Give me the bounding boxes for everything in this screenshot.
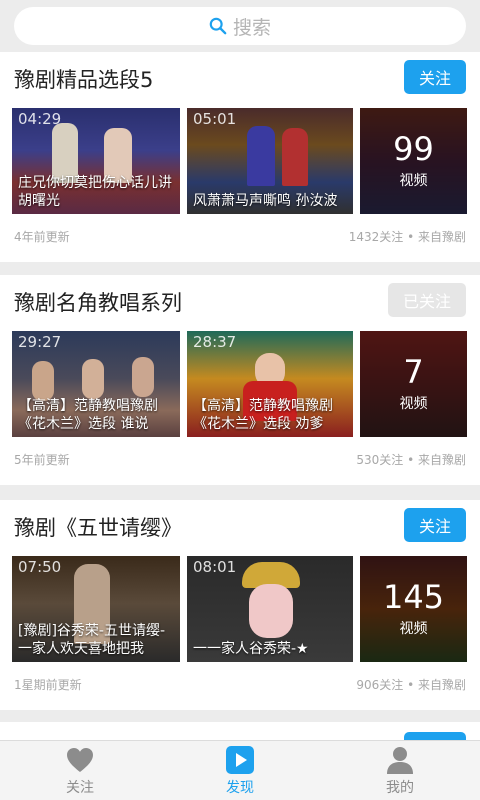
tab-label: 发现 — [226, 779, 254, 796]
tab-label: 我的 — [386, 779, 414, 796]
video-count: 99 — [393, 130, 434, 168]
tab-follow[interactable]: 关注 — [0, 741, 160, 800]
card-title: 豫剧名角教唱系列 — [14, 291, 182, 315]
video-caption: 【高清】范静教唱豫剧《花木兰》选段 谁说 — [18, 398, 158, 432]
video-duration: 05:01 — [193, 110, 237, 128]
video-thumbnail[interactable]: 28:37 【高清】范静教唱豫剧《花木兰》选段 劝爹 — [187, 331, 353, 437]
video-thumbnail[interactable]: 04:29 庄兄你切莫把伤心话儿讲 胡曙光 — [12, 108, 180, 214]
more-videos-overlay: 99 视频 — [360, 108, 467, 214]
updated-time: 4年前更新 — [14, 230, 70, 244]
collection-card-partial[interactable] — [0, 722, 480, 746]
video-caption: 庄兄你切莫把伤心话儿讲 胡曙光 — [18, 175, 172, 209]
more-videos-tile[interactable]: 7 视频 — [360, 331, 467, 437]
video-caption: [豫剧]谷秀荣-五世请缨-一家人欢天喜地把我 — [18, 623, 166, 657]
follow-stats: 906关注 • 来自豫剧 — [356, 678, 466, 692]
card-title: 豫剧精品选段5 — [14, 68, 154, 92]
collection-card[interactable]: 豫剧名角教唱系列 已关注 29:27 【高清】范静教唱豫剧《花木兰》选段 谁说 … — [0, 275, 480, 485]
search-icon — [209, 17, 227, 35]
video-count: 7 — [403, 353, 424, 391]
follow-button[interactable]: 关注 — [404, 508, 466, 542]
more-videos-tile[interactable]: 99 视频 — [360, 108, 467, 214]
video-duration: 04:29 — [18, 110, 62, 128]
search-placeholder: 搜索 — [232, 16, 271, 39]
heart-icon — [67, 747, 93, 772]
collection-card[interactable]: 豫剧《五世请缨》 关注 07:50 [豫剧]谷秀荣-五世请缨-一家人欢天喜地把我… — [0, 500, 480, 710]
video-caption: 风萧萧马声嘶鸣 孙汝波 — [193, 193, 338, 209]
video-count-unit: 视频 — [399, 396, 428, 412]
video-duration: 29:27 — [18, 333, 62, 351]
tab-label: 关注 — [66, 779, 94, 796]
followed-button[interactable]: 已关注 — [388, 283, 466, 317]
more-videos-tile[interactable]: 145 视频 — [360, 556, 467, 662]
updated-time: 5年前更新 — [14, 453, 70, 467]
video-caption: 一一家人谷秀荣-★ — [193, 641, 309, 657]
video-count-unit: 视频 — [399, 173, 428, 189]
video-thumbnail[interactable]: 08:01 一一家人谷秀荣-★ — [187, 556, 353, 662]
video-duration: 08:01 — [193, 558, 237, 576]
video-caption: 【高清】范静教唱豫剧《花木兰》选段 劝爹 — [193, 398, 333, 432]
video-thumbnail[interactable]: 07:50 [豫剧]谷秀荣-五世请缨-一家人欢天喜地把我 — [12, 556, 180, 662]
follow-stats: 530关注 • 来自豫剧 — [356, 453, 466, 467]
video-duration: 28:37 — [193, 333, 237, 351]
video-thumbnail[interactable]: 29:27 【高清】范静教唱豫剧《花木兰》选段 谁说 — [12, 331, 180, 437]
updated-time: 1星期前更新 — [14, 678, 82, 692]
tab-discover[interactable]: 发现 — [160, 741, 320, 800]
follow-button[interactable]: 关注 — [404, 60, 466, 94]
tab-me[interactable]: 我的 — [320, 741, 480, 800]
video-count: 145 — [382, 578, 445, 616]
search-bar: 搜索 — [0, 0, 480, 52]
card-title: 豫剧《五世请缨》 — [14, 516, 182, 540]
video-duration: 07:50 — [18, 558, 62, 576]
play-icon — [226, 745, 254, 774]
video-thumbnail[interactable]: 05:01 风萧萧马声嘶鸣 孙汝波 — [187, 108, 353, 214]
more-videos-overlay: 7 视频 — [360, 331, 467, 437]
video-count-unit: 视频 — [399, 621, 428, 637]
search-input[interactable]: 搜索 — [14, 7, 466, 45]
more-videos-overlay: 145 视频 — [360, 556, 467, 662]
person-icon — [387, 746, 413, 774]
collection-card[interactable]: 豫剧精品选段5 关注 04:29 庄兄你切莫把伤心话儿讲 胡曙光 05:01 风… — [0, 52, 480, 262]
follow-stats: 1432关注 • 来自豫剧 — [348, 230, 466, 244]
bottom-tab-bar: 关注 发现 我的 — [0, 740, 480, 800]
